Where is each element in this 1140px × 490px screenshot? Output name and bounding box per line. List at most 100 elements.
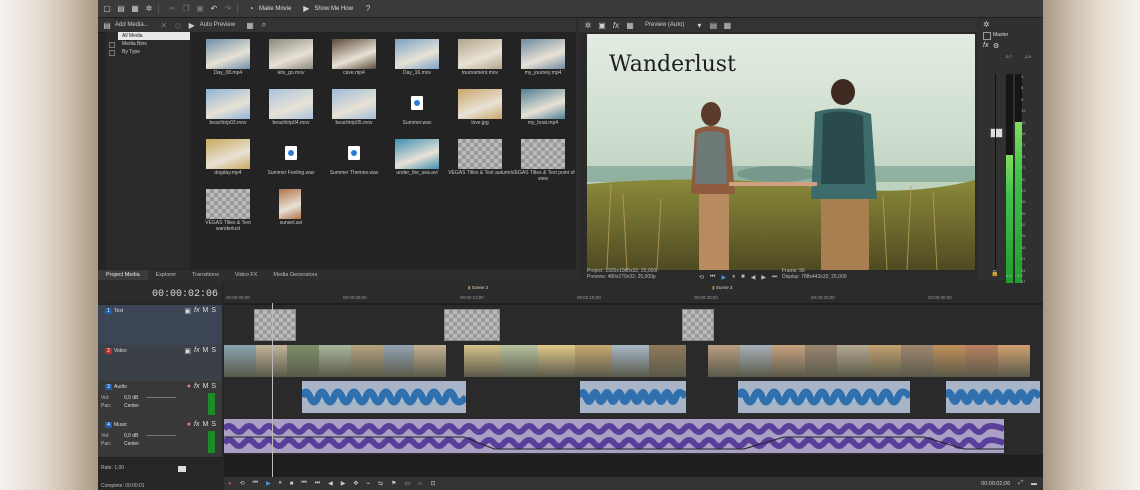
go-to-start-icon[interactable]: ⏮ — [301, 480, 306, 487]
text-clip[interactable] — [254, 309, 296, 341]
stop-icon[interactable]: ■ — [290, 481, 294, 487]
solo-button[interactable]: S — [211, 421, 216, 428]
media-item[interactable]: love.jpg — [450, 86, 510, 134]
make-movie-icon[interactable]: ◔ — [246, 4, 256, 14]
solo-button[interactable]: S — [211, 347, 216, 355]
music-clip[interactable] — [224, 419, 1004, 453]
master-fader-track[interactable] — [995, 74, 996, 274]
properties-icon[interactable]: ◇ — [173, 20, 183, 30]
volume-slider[interactable] — [146, 435, 176, 436]
scene-marker[interactable]: ▮ Scene 2 — [468, 285, 488, 291]
media-item[interactable]: my_boat.mp4 — [513, 86, 573, 134]
show-me-how-icon[interactable]: ▶ — [301, 4, 311, 14]
arm-record-icon[interactable]: ● — [187, 383, 191, 390]
video-clip[interactable] — [708, 345, 1030, 377]
split-screen-icon[interactable]: ▤ — [708, 20, 718, 30]
add-media-icon[interactable]: ▤ — [102, 20, 112, 30]
preview-quality-select[interactable]: Preview (Auto) — [645, 22, 684, 28]
marker-icon[interactable]: ⚑ — [391, 480, 396, 487]
lock-icon[interactable]: ⊡ — [430, 480, 435, 487]
gear-icon[interactable]: ✲ — [983, 20, 990, 29]
tab-explorer[interactable]: Explorer — [148, 270, 184, 280]
zoom-slider[interactable]: ▬ — [1031, 481, 1037, 487]
play-from-start-icon[interactable]: ⏮ — [710, 274, 715, 281]
chevron-down-icon[interactable]: ▾ — [694, 20, 704, 30]
track-header-video[interactable]: 2 Video ▣ fx M S — [98, 345, 222, 382]
help-icon[interactable]: ? — [363, 4, 373, 14]
mute-button[interactable]: M — [202, 421, 208, 428]
region-icon[interactable]: ▭ — [404, 480, 410, 487]
audio-clip[interactable] — [738, 381, 910, 413]
video-clip[interactable] — [464, 345, 686, 377]
arm-record-icon[interactable]: ● — [187, 421, 191, 428]
lane-music[interactable] — [224, 417, 1043, 456]
loop-icon[interactable]: ⟲ — [240, 480, 245, 487]
media-item[interactable]: dogday.mp4 — [198, 136, 258, 184]
open-folder-icon[interactable]: ▤ — [116, 4, 126, 14]
media-item[interactable]: VEGAS Titles & Text wanderlust — [198, 186, 258, 234]
track-header-text[interactable]: 1 Text ▣ fx M S — [98, 305, 222, 346]
media-item[interactable]: VEGAS Titles & Text autumn — [448, 136, 512, 184]
redo-icon[interactable]: ↷ — [223, 4, 233, 14]
fx-icon[interactable]: fx — [194, 307, 199, 315]
auto-preview-icon[interactable]: ▶ — [187, 20, 197, 30]
media-item[interactable]: Summer Themes.wav — [324, 136, 384, 184]
media-item[interactable]: Day_08.mp4 — [198, 36, 258, 84]
video-clip[interactable] — [224, 345, 446, 377]
next-frame-icon[interactable]: ▶ — [341, 480, 346, 487]
solo-button[interactable]: S — [211, 307, 216, 315]
media-item[interactable]: cave.mp4 — [324, 36, 384, 84]
fx-icon[interactable]: fx — [983, 42, 988, 49]
copy-snapshot-icon[interactable]: ▣ — [597, 20, 607, 30]
mute-button[interactable]: M — [202, 347, 208, 355]
paste-icon[interactable]: ▣ — [195, 4, 205, 14]
fx-icon[interactable]: fx — [194, 347, 199, 355]
media-item[interactable]: beachtrip04.mov — [261, 86, 321, 134]
pause-icon[interactable]: ⏸ — [279, 480, 282, 487]
timeline-ruler[interactable]: 00:00:00;00 00:00:05;00 00:00:10;00 00:00:1… — [224, 283, 1043, 304]
mute-button[interactable]: M — [202, 383, 208, 390]
text-clip[interactable] — [444, 309, 500, 341]
master-options-icon[interactable]: ⚙ — [993, 42, 999, 50]
track-name[interactable]: Audio — [114, 384, 127, 390]
track-header-audio[interactable]: 3 Audio ● fx M S Vol: 0,0 dB Pan: Center — [98, 381, 222, 420]
record-icon[interactable]: ● — [228, 481, 232, 487]
stop-icon[interactable]: ■ — [741, 274, 745, 280]
mute-button[interactable]: M — [202, 307, 208, 315]
lane-video[interactable] — [224, 343, 1043, 380]
bypass-icon[interactable]: ▣ — [184, 307, 191, 315]
media-item[interactable]: VEGAS Titles & Text point of view — [511, 136, 575, 184]
zoom-icon[interactable]: ⤢ — [1018, 480, 1023, 487]
next-frame-icon[interactable]: ▶ — [761, 274, 766, 281]
gear-icon[interactable]: ✲ — [583, 20, 593, 30]
grid-icon[interactable]: ▦ — [625, 20, 635, 30]
master-checkbox[interactable] — [983, 32, 991, 40]
remove-icon[interactable]: ✕ — [159, 20, 169, 30]
go-to-end-icon[interactable]: ⏭ — [315, 480, 320, 487]
view-icon[interactable]: ▦ — [245, 20, 255, 30]
media-item[interactable]: under_the_sea.avi — [387, 136, 447, 184]
expand-icon[interactable] — [109, 50, 115, 56]
prev-frame-icon[interactable]: ◀ — [328, 480, 333, 487]
track-header-music[interactable]: 4 Music ● fx M S Vol: 0,0 dB Pan: Center — [98, 419, 222, 458]
search-icon[interactable]: ⌕ — [259, 20, 269, 30]
bypass-icon[interactable]: ▣ — [184, 347, 191, 355]
snap-icon[interactable]: ⌁ — [366, 480, 370, 487]
scene-marker[interactable]: ▮ Scene 3 — [712, 285, 732, 291]
tab-media-generators[interactable]: Media Generators — [265, 270, 325, 280]
auto-preview-toggle[interactable]: Auto Preview — [200, 22, 235, 28]
make-movie-button[interactable]: Make Movie — [259, 6, 291, 12]
track-name[interactable]: Music — [114, 422, 127, 428]
media-item[interactable]: tournament.mov — [450, 36, 510, 84]
audio-clip[interactable] — [946, 381, 1040, 413]
rate-slider-handle[interactable] — [178, 466, 186, 472]
fx-icon[interactable]: fx — [194, 383, 199, 390]
playhead-cursor[interactable] — [272, 303, 273, 477]
play-icon[interactable]: ▶ — [721, 274, 726, 281]
new-file-icon[interactable]: ▢ — [102, 4, 112, 14]
media-item[interactable]: sunset.avi — [261, 186, 321, 234]
track-name[interactable]: Video — [114, 348, 127, 354]
tab-transitions[interactable]: Transitions — [184, 270, 227, 280]
cut-icon[interactable]: ✂ — [167, 4, 177, 14]
media-item[interactable]: Summer.wav — [387, 86, 447, 134]
